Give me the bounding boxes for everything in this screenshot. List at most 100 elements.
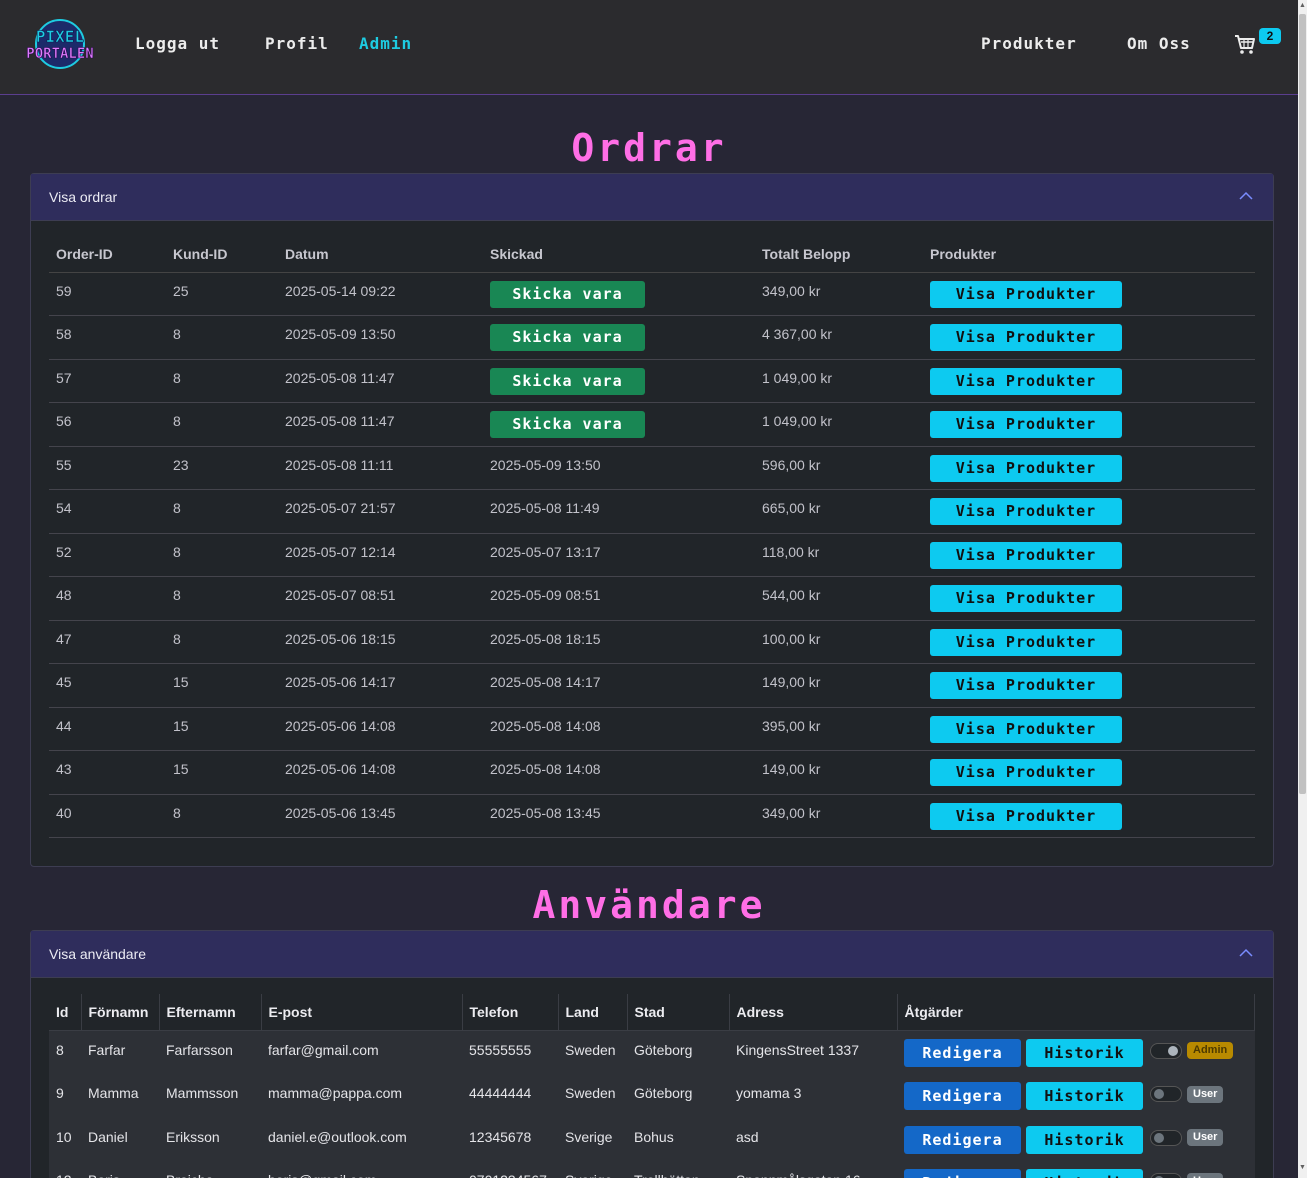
- ship-button[interactable]: Skicka vara: [490, 367, 645, 395]
- toggle-knob: [1168, 1045, 1178, 1056]
- admin-toggle[interactable]: [1150, 1173, 1182, 1178]
- table-row: 8 Farfar Farfarsson farfar@gmail.com 5555555…: [49, 1030, 1255, 1074]
- table-row: 52 8 2025-05-07 12:14 2025-05-07 13:17 118,0…: [49, 533, 1255, 577]
- orders-accordion-header[interactable]: Visa ordrar: [31, 174, 1273, 221]
- total-cell: 149,00 kr: [755, 750, 923, 795]
- user-phone-cell: 0701234567: [462, 1160, 558, 1178]
- nav-logout[interactable]: Logga ut: [135, 34, 220, 53]
- history-button[interactable]: Historik: [1026, 1038, 1143, 1067]
- view-products-button[interactable]: Visa Produkter: [930, 280, 1122, 308]
- toggle-knob: [1154, 1089, 1164, 1100]
- customer-id-cell: 8: [166, 794, 278, 838]
- products-cell: Visa Produkter: [923, 446, 1255, 490]
- nav-profile[interactable]: Profil: [265, 34, 329, 53]
- logo[interactable]: PIXEL PORTALEN: [16, 18, 104, 70]
- customer-id-cell: 15: [166, 750, 278, 795]
- view-products-button[interactable]: Visa Produkter: [930, 802, 1122, 830]
- view-products-button[interactable]: Visa Produkter: [930, 585, 1122, 612]
- col-phone: Telefon: [462, 994, 559, 1031]
- products-cell: Visa Produkter: [923, 576, 1255, 621]
- total-cell: 100,00 kr: [755, 620, 923, 664]
- scroll-up-arrow[interactable]: ▲: [1298, 2, 1307, 14]
- users-accordion: Visa användare Id Förnamn Efternamn E-po…: [30, 930, 1274, 1178]
- users-table: Id Förnamn Efternamn E-post Telefon Land…: [49, 994, 1255, 1178]
- user-id-cell: 10: [49, 1117, 81, 1161]
- products-cell: Visa Produkter: [923, 489, 1255, 534]
- date-cell: 2025-05-09 13:50: [278, 315, 483, 360]
- history-button[interactable]: Historik: [1026, 1125, 1143, 1154]
- role-badge: User: [1187, 1172, 1224, 1178]
- order-id-cell: 59: [49, 272, 166, 316]
- user-city-cell: Göteborg: [627, 1030, 729, 1074]
- history-button[interactable]: Historik: [1026, 1169, 1143, 1178]
- ship-button[interactable]: Skicka vara: [490, 324, 645, 351]
- orders-accordion-label: Visa ordrar: [49, 189, 118, 205]
- user-address-cell: asd: [729, 1117, 897, 1161]
- total-cell: 349,00 kr: [755, 794, 923, 838]
- view-products-button[interactable]: Visa Produkter: [930, 411, 1122, 438]
- cart-icon[interactable]: [1233, 32, 1257, 56]
- edit-button[interactable]: Redigera: [904, 1082, 1021, 1110]
- admin-toggle[interactable]: [1150, 1086, 1182, 1103]
- scrollbar-thumb[interactable]: [1299, 14, 1306, 794]
- order-id-cell: 58: [49, 315, 166, 360]
- order-id-cell: 55: [49, 446, 166, 490]
- nav-admin[interactable]: Admin: [359, 34, 412, 53]
- date-cell: 2025-05-06 13:45: [278, 794, 483, 838]
- user-first-cell: Boris: [81, 1160, 159, 1178]
- user-phone-cell: 55555555: [462, 1030, 558, 1074]
- view-products-button[interactable]: Visa Produkter: [930, 759, 1122, 786]
- products-cell: Visa Produkter: [923, 663, 1255, 708]
- shipped-cell: Skicka vara: [483, 359, 755, 403]
- view-products-button[interactable]: Visa Produkter: [930, 715, 1122, 743]
- view-products-button[interactable]: Visa Produkter: [930, 324, 1122, 351]
- products-cell: Visa Produkter: [923, 359, 1255, 403]
- shipped-cell: Skicka vara: [483, 272, 755, 316]
- customer-id-cell: 8: [166, 359, 278, 403]
- customer-id-cell: 8: [166, 533, 278, 577]
- admin-toggle[interactable]: [1150, 1042, 1182, 1059]
- products-cell: Visa Produkter: [923, 794, 1255, 838]
- nav-products[interactable]: Produkter: [981, 34, 1077, 53]
- ship-button[interactable]: Skicka vara: [490, 411, 645, 438]
- view-products-button[interactable]: Visa Produkter: [930, 454, 1122, 482]
- total-cell: 349,00 kr: [755, 272, 923, 316]
- customer-id-cell: 8: [166, 489, 278, 534]
- user-country-cell: Sweden: [558, 1030, 627, 1074]
- customer-id-cell: 8: [166, 576, 278, 621]
- view-products-button[interactable]: Visa Produkter: [930, 672, 1122, 699]
- view-products-button[interactable]: Visa Produkter: [930, 628, 1122, 656]
- col-email: E-post: [261, 994, 463, 1031]
- nav-about[interactable]: Om Oss: [1127, 34, 1191, 53]
- shipped-cell: 2025-05-08 11:49: [483, 489, 755, 534]
- view-products-button[interactable]: Visa Produkter: [930, 541, 1122, 569]
- customer-id-cell: 15: [166, 707, 278, 751]
- navbar: PIXEL PORTALEN Logga ut Profil Admin Pro…: [0, 0, 1298, 95]
- col-city: Stad: [627, 994, 730, 1031]
- products-cell: Visa Produkter: [923, 750, 1255, 795]
- edit-button[interactable]: Redigera: [904, 1125, 1021, 1154]
- edit-button[interactable]: Redigera: [904, 1169, 1021, 1178]
- history-button[interactable]: Historik: [1026, 1082, 1143, 1110]
- col-first-name: Förnamn: [81, 994, 160, 1031]
- view-products-button[interactable]: Visa Produkter: [930, 367, 1122, 395]
- cart-count-badge: 2: [1259, 28, 1281, 44]
- date-cell: 2025-05-14 09:22: [278, 272, 483, 316]
- users-accordion-header[interactable]: Visa användare: [31, 931, 1273, 978]
- table-row: 45 15 2025-05-06 14:17 2025-05-08 14:17 149,…: [49, 663, 1255, 708]
- scroll-down-arrow[interactable]: ▼: [1298, 1164, 1307, 1176]
- user-id-cell: 9: [49, 1073, 81, 1118]
- edit-button[interactable]: Redigera: [904, 1038, 1021, 1067]
- date-cell: 2025-05-07 21:57: [278, 489, 483, 534]
- total-cell: 544,00 kr: [755, 576, 923, 621]
- ship-button[interactable]: Skicka vara: [490, 280, 645, 308]
- actions-cell: RedigeraHistorik User: [897, 1117, 1255, 1161]
- admin-toggle[interactable]: [1150, 1129, 1182, 1146]
- total-cell: 4 367,00 kr: [755, 315, 923, 360]
- view-products-button[interactable]: Visa Produkter: [930, 498, 1122, 525]
- products-cell: Visa Produkter: [923, 620, 1255, 664]
- products-cell: Visa Produkter: [923, 315, 1255, 360]
- total-cell: 1 049,00 kr: [755, 402, 923, 447]
- order-id-cell: 52: [49, 533, 166, 577]
- table-row: 57 8 2025-05-08 11:47 Skicka vara 1 049,00 k…: [49, 359, 1255, 403]
